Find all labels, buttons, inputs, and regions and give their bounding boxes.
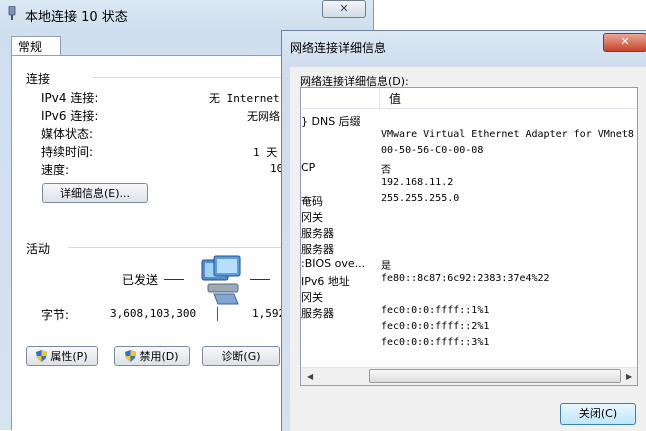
column-header-value[interactable]: 值	[389, 90, 401, 107]
list-item-value: 是	[381, 261, 391, 272]
ipv6-label: IPv6 连接:	[41, 109, 99, 123]
details-client-area: 网络连接详细信息(D): 值 } DNS 后缀 VMware Virtual E…	[290, 67, 646, 431]
list-item[interactable]: 奄码 255.255.255.0	[301, 192, 637, 208]
list-item-key: } DNS 后缀	[301, 115, 361, 128]
details-listview[interactable]: 值 } DNS 后缀 VMware Virtual Ethernet Adapt…	[300, 87, 638, 386]
list-item-key: IPv6 地址	[301, 275, 350, 288]
bytes-sent-value: 3,608,103,300	[110, 307, 197, 320]
sent-label: 已发送	[122, 273, 159, 287]
list-item-key: 服务器	[301, 227, 334, 240]
activity-section-title: 活动	[26, 242, 51, 256]
list-item-key: 冈关	[301, 291, 323, 304]
disable-button[interactable]: 禁用(D)	[114, 346, 190, 366]
list-item[interactable]: 冈关	[301, 208, 637, 224]
list-item-value: 否	[381, 165, 391, 176]
list-item[interactable]: 冈关	[301, 288, 637, 304]
status-close-button[interactable]: ✕	[322, 0, 366, 18]
ipv6-value: 无网络	[247, 110, 280, 123]
list-item[interactable]: CP 否	[301, 160, 637, 176]
close-button[interactable]: 关闭(C)	[560, 403, 636, 425]
details-button[interactable]: 详细信息(E)...	[42, 183, 148, 203]
list-item[interactable]: 00-50-56-C0-00-08	[301, 144, 637, 160]
speed-label: 速度:	[41, 163, 70, 177]
list-item-value: 255.255.255.0	[381, 193, 460, 204]
connection-section-title: 连接	[26, 72, 51, 86]
scroll-left-icon[interactable]: ◀	[307, 372, 313, 381]
diagnose-button[interactable]: 诊断(G)	[202, 346, 280, 366]
disable-button-label: 禁用(D)	[139, 350, 179, 363]
status-titlebar[interactable]: 本地连接 10 状态 ✕	[0, 0, 373, 28]
duration-value: 1 天	[253, 146, 278, 159]
activity-divider	[217, 307, 218, 321]
list-item[interactable]: 服务器	[301, 224, 637, 240]
details-window: 网络连接详细信息 ✕ 网络连接详细信息(D): 值 } DNS 后缀 VMwar…	[281, 30, 646, 431]
list-item-key: 奄码	[301, 195, 323, 208]
ipv4-label: IPv4 连接:	[41, 91, 99, 105]
duration-label: 持续时间:	[41, 145, 94, 159]
list-item-key: 服务器	[301, 243, 334, 256]
media-state-label: 媒体状态:	[41, 127, 94, 141]
list-item[interactable]: } DNS 后缀	[301, 112, 637, 128]
list-item-key: 服务器	[301, 307, 334, 320]
listview-header: 值	[301, 88, 637, 109]
list-item-value: fec0:0:0:ffff::1%1	[381, 305, 490, 316]
uac-shield-icon	[36, 350, 48, 362]
list-item[interactable]: 192.168.11.2	[301, 176, 637, 192]
bytes-label: 字节:	[41, 308, 70, 322]
column-header-property[interactable]	[301, 88, 380, 108]
sent-line	[164, 279, 184, 280]
horizontal-scrollbar[interactable]: ◀ ▶	[301, 367, 637, 385]
list-item-key: CP	[301, 161, 316, 174]
received-line	[250, 279, 270, 280]
list-item-value: fec0:0:0:ffff::2%1	[381, 321, 490, 332]
list-item[interactable]: :BIOS ove... 是	[301, 256, 637, 272]
list-item-key: 冈关	[301, 211, 323, 224]
list-item[interactable]: VMware Virtual Ethernet Adapter for VMne…	[301, 128, 637, 144]
scroll-right-icon[interactable]: ▶	[626, 372, 632, 381]
list-item[interactable]: fec0:0:0:ffff::2%1	[301, 320, 637, 336]
list-item[interactable]: IPv6 地址 fe80::8c87:6c92:2383:37e4%22	[301, 272, 637, 288]
properties-button[interactable]: 属性(P)	[26, 346, 98, 366]
list-item-value: fe80::8c87:6c92:2383:37e4%22	[381, 273, 550, 284]
details-close-x-button[interactable]: ✕	[603, 33, 646, 52]
ipv4-value: 无 Internet	[209, 92, 280, 105]
list-item-key: :BIOS ove...	[301, 257, 366, 270]
tab-general[interactable]: 常规	[11, 36, 61, 56]
network-computers-icon	[201, 255, 241, 305]
list-item-value: VMware Virtual Ethernet Adapter for VMne…	[381, 129, 634, 140]
list-item[interactable]: 服务器 fec0:0:0:ffff::1%1	[301, 304, 637, 320]
list-item[interactable]: fec0:0:0:ffff::3%1	[301, 336, 637, 352]
status-window-title: 本地连接 10 状态	[25, 10, 128, 25]
scroll-thumb[interactable]	[369, 369, 621, 383]
list-item-value: fec0:0:0:ffff::3%1	[381, 337, 490, 348]
list-item-value: 192.168.11.2	[381, 177, 454, 188]
uac-shield-icon	[125, 350, 137, 362]
properties-button-label: 属性(P)	[50, 350, 88, 363]
list-item[interactable]: 服务器	[301, 240, 637, 256]
list-item-value: 00-50-56-C0-00-08	[381, 145, 484, 156]
details-window-title: 网络连接详细信息	[290, 41, 387, 55]
network-adapter-icon	[8, 6, 16, 20]
